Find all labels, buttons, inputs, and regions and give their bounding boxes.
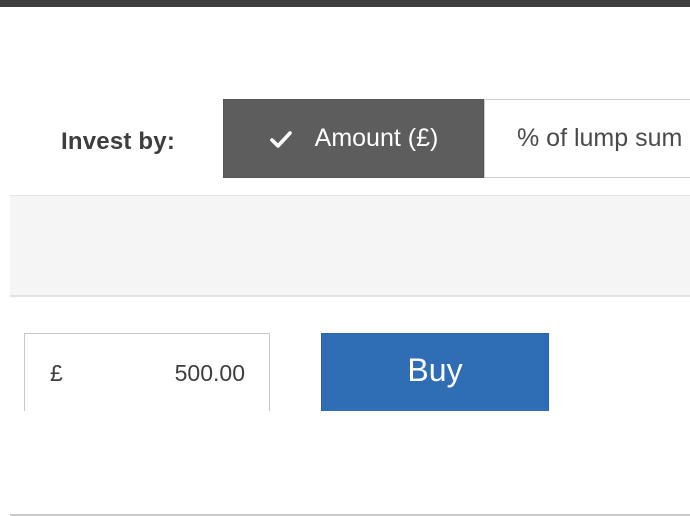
info-band [10, 195, 690, 297]
currency-symbol: £ [50, 360, 63, 386]
amount-input[interactable]: £ 500.00 [24, 333, 270, 411]
amount-option-label: Amount (£) [314, 124, 439, 152]
invest-by-toggle-group: Amount (£) % of lump sum [223, 99, 690, 178]
percent-lump-sum-option-button[interactable]: % of lump sum [484, 99, 690, 178]
invest-page: Invest by: Amount (£) % of lump sum £ 50… [0, 0, 690, 516]
invest-by-label: Invest by: [61, 128, 176, 155]
amount-value: 500.00 [174, 360, 245, 386]
buy-button[interactable]: Buy [321, 333, 549, 411]
amount-option-button[interactable]: Amount (£) [223, 99, 484, 178]
percent-lump-sum-option-label: % of lump sum [517, 124, 683, 152]
check-icon [269, 130, 292, 148]
top-bar [0, 0, 690, 7]
